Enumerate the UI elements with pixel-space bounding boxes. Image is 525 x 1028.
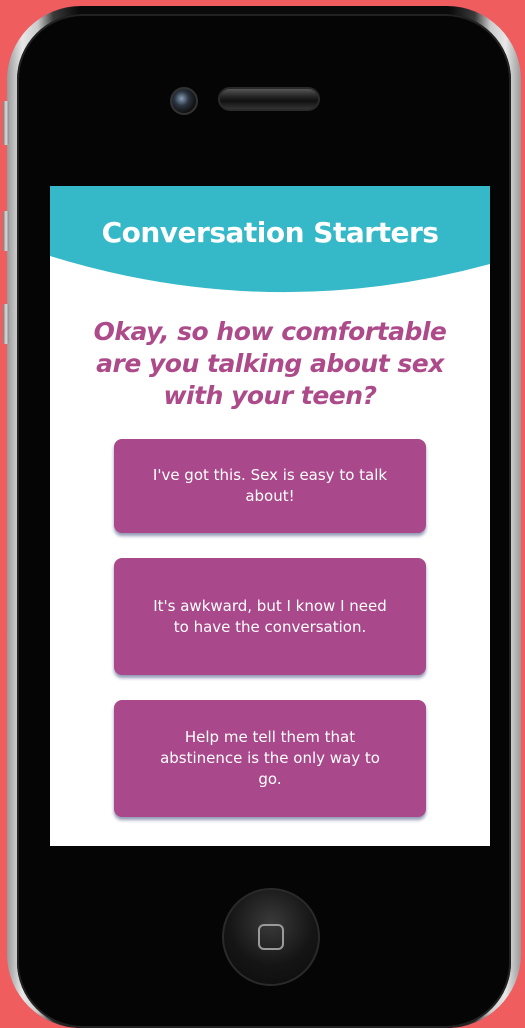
camera-icon bbox=[170, 87, 198, 115]
app-screen: Conversation Starters Okay, so how comfo… bbox=[50, 186, 490, 846]
page-title: Conversation Starters bbox=[101, 216, 439, 249]
option-label: It's awkward, but I know I need to have … bbox=[153, 596, 387, 636]
side-button-mute bbox=[3, 101, 9, 145]
option-label: I've got this. Sex is easy to talk about… bbox=[152, 466, 388, 505]
speaker-icon bbox=[218, 87, 320, 111]
option-label: Help me tell them that abstinence is the… bbox=[160, 728, 380, 788]
option-button-confident[interactable]: I've got this. Sex is easy to talk about… bbox=[114, 439, 426, 533]
home-button-icon[interactable] bbox=[222, 888, 320, 986]
side-button-volume-up bbox=[3, 211, 9, 251]
question-text: Okay, so how comfortable are you talking… bbox=[93, 317, 447, 410]
side-button-volume-down bbox=[3, 304, 9, 344]
option-button-awkward[interactable]: It's awkward, but I know I need to have … bbox=[114, 558, 426, 675]
option-button-abstinence[interactable]: Help me tell them that abstinence is the… bbox=[114, 700, 426, 817]
home-square-icon bbox=[258, 924, 284, 950]
